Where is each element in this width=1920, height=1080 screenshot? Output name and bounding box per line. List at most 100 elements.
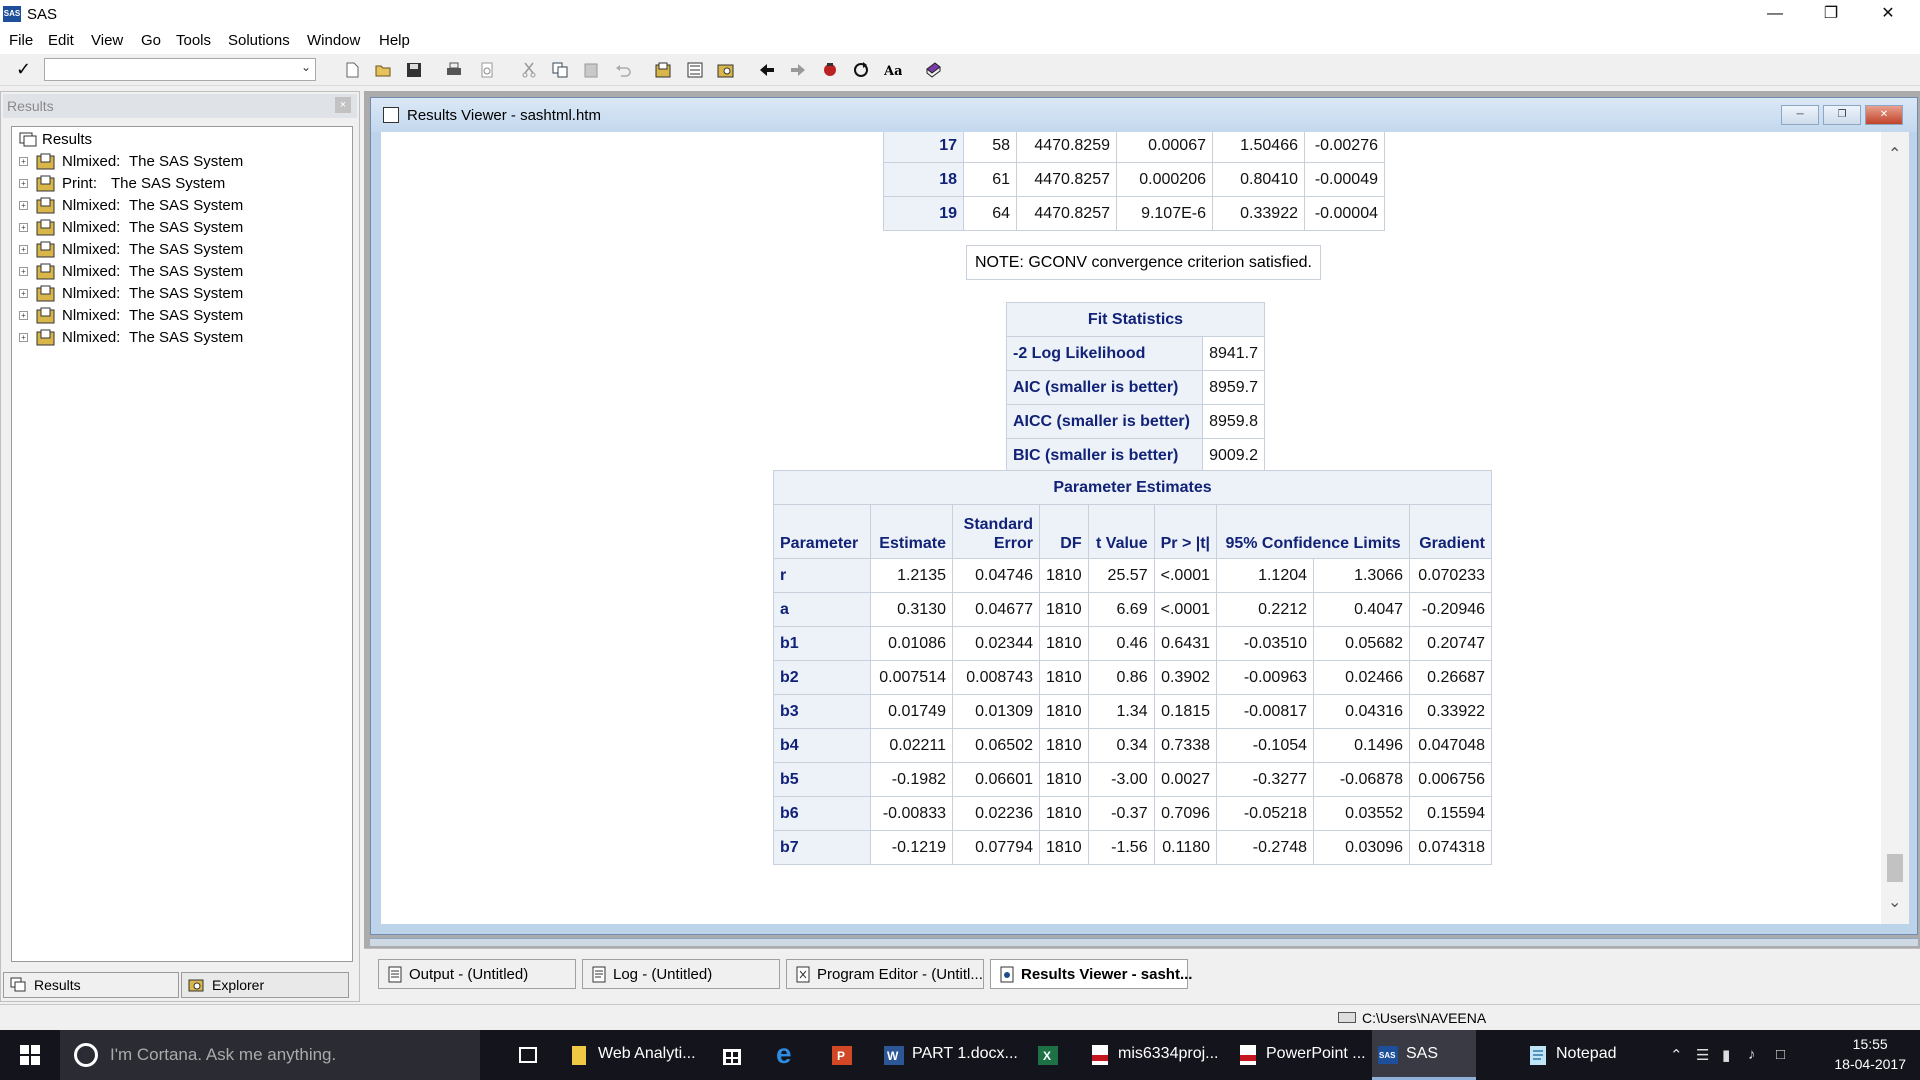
window-tab-label: Program Editor - (Untitl...	[817, 966, 983, 983]
chevron-down-icon[interactable]: ⌄	[301, 60, 311, 74]
menu-tools[interactable]: Tools	[176, 32, 211, 49]
chevron-up-icon[interactable]: ⌃	[1670, 1046, 1683, 1064]
expand-icon[interactable]: +	[19, 333, 28, 342]
table-row: -2 Log Likelihood 8941.7	[1006, 336, 1265, 371]
menu-help[interactable]: Help	[379, 32, 410, 49]
pdf-icon	[1092, 1045, 1108, 1065]
taskbar-app-word[interactable]: W PART 1.docx...	[878, 1030, 1023, 1080]
taskbar-app-powerpoint[interactable]: P	[824, 1030, 864, 1080]
minimize-button[interactable]: —	[1747, 0, 1803, 30]
sas-app-icon: SAS	[3, 6, 21, 22]
new-library-icon[interactable]	[654, 61, 672, 79]
taskbar-app-pdf[interactable]: mis6334proj...	[1084, 1030, 1224, 1080]
viewer-vertical-scrollbar[interactable]: ⌃ ⌄	[1881, 132, 1909, 924]
expand-icon[interactable]: +	[19, 157, 28, 166]
cortana-search-box[interactable]: I'm Cortana. Ask me anything.	[60, 1030, 480, 1080]
tree-item[interactable]: + Nlmixed: The SAS System	[12, 151, 352, 173]
tree-item[interactable]: + Nlmixed: The SAS System	[12, 195, 352, 217]
editor-window-icon	[796, 966, 810, 983]
mdi-divider	[370, 938, 1918, 946]
gradient-cell: 0.20747	[1409, 626, 1493, 661]
tree-item[interactable]: + Nlmixed: The SAS System	[12, 283, 352, 305]
help-book-icon[interactable]	[924, 61, 942, 79]
task-view-button[interactable]	[508, 1030, 548, 1080]
slope-cell: -0.00049	[1304, 162, 1385, 197]
clock[interactable]: 15:55 18-04-2017	[1834, 1034, 1906, 1074]
expand-icon[interactable]: +	[19, 245, 28, 254]
menu-solutions[interactable]: Solutions	[228, 32, 290, 49]
diff-cell: 0.00067	[1116, 132, 1213, 163]
lower-cl-cell: -0.00817	[1216, 694, 1315, 729]
paste-icon[interactable]	[582, 61, 600, 79]
expand-icon[interactable]: +	[19, 311, 28, 320]
wifi-icon[interactable]: ☰	[1696, 1046, 1709, 1064]
battery-icon[interactable]: ▮	[1722, 1046, 1730, 1064]
taskbar-app-sas[interactable]: SAS SAS	[1372, 1030, 1476, 1080]
taskbar-app-powerpoint-pdf[interactable]: PowerPoint ...	[1232, 1030, 1372, 1080]
expand-icon[interactable]: +	[19, 289, 28, 298]
menu-view[interactable]: View	[91, 32, 123, 49]
viewer-close-button[interactable]: ✕	[1865, 105, 1903, 125]
menu-file[interactable]: File	[9, 32, 33, 49]
tree-root[interactable]: Results	[12, 129, 352, 151]
tab-results[interactable]: Results	[3, 972, 179, 998]
taskbar-app-explorer[interactable]: Web Analyti...	[564, 1030, 696, 1080]
tree-item[interactable]: + Nlmixed: The SAS System	[12, 217, 352, 239]
taskbar-app-store[interactable]	[712, 1030, 752, 1080]
menu-window[interactable]: Window	[307, 32, 360, 49]
tree-item[interactable]: + Print: The SAS System	[12, 173, 352, 195]
gradient-cell: 0.070233	[1409, 558, 1493, 593]
notifications-icon[interactable]: □	[1776, 1046, 1785, 1063]
window-tab-log[interactable]: Log - (Untitled)	[582, 959, 780, 989]
window-tab-output[interactable]: Output - (Untitled)	[378, 959, 576, 989]
undo-icon[interactable]	[614, 61, 632, 79]
close-button[interactable]: ✕	[1860, 0, 1916, 30]
print-preview-icon[interactable]	[478, 61, 496, 79]
taskbar-app-edge[interactable]: e	[768, 1030, 808, 1080]
window-tab-results-viewer[interactable]: Results Viewer - sasht...	[990, 959, 1192, 989]
expand-icon[interactable]: +	[19, 267, 28, 276]
open-icon[interactable]	[374, 61, 392, 79]
copy-icon[interactable]	[551, 61, 569, 79]
tab-explorer[interactable]: Explorer	[181, 972, 349, 998]
expand-icon[interactable]: +	[19, 223, 28, 232]
restore-button[interactable]: ❐	[1803, 0, 1859, 30]
scroll-thumb[interactable]	[1887, 854, 1903, 882]
taskbar-app-excel[interactable]: X	[1030, 1030, 1070, 1080]
expand-icon[interactable]: +	[19, 201, 28, 210]
viewer-minimize-button[interactable]: ─	[1781, 105, 1819, 125]
find-icon[interactable]	[717, 61, 735, 79]
expand-icon[interactable]: +	[19, 179, 28, 188]
font-icon[interactable]: Aa	[884, 61, 902, 79]
new-icon[interactable]	[343, 61, 361, 79]
menu-edit[interactable]: Edit	[48, 32, 74, 49]
command-box[interactable]: ⌄	[44, 58, 316, 81]
submit-command-icon[interactable]: ✓	[16, 59, 31, 80]
menu-go[interactable]: Go	[141, 32, 161, 49]
save-icon[interactable]	[405, 61, 423, 79]
scroll-down-icon[interactable]: ⌄	[1888, 892, 1901, 912]
window-tab-program-editor[interactable]: Program Editor - (Untitl...	[786, 959, 984, 989]
refresh-icon[interactable]	[852, 61, 870, 79]
volume-icon[interactable]: ♪	[1748, 1046, 1756, 1063]
forward-icon[interactable]	[789, 61, 807, 79]
back-icon[interactable]	[758, 61, 776, 79]
taskbar-app-notepad[interactable]: Notepad	[1522, 1030, 1642, 1080]
gradient-cell: 0.26687	[1409, 660, 1493, 695]
tree-item[interactable]: + Nlmixed: The SAS System	[12, 327, 352, 349]
close-pane-icon[interactable]: ×	[335, 97, 351, 113]
cut-icon[interactable]	[520, 61, 538, 79]
taskbar-app-label: Notepad	[1556, 1045, 1617, 1062]
upper-cl-cell: 0.4047	[1313, 592, 1411, 627]
start-button[interactable]	[0, 1030, 60, 1080]
tree-item[interactable]: + Nlmixed: The SAS System	[12, 261, 352, 283]
sas-explorer-icon[interactable]	[686, 61, 704, 79]
scroll-up-icon[interactable]: ⌃	[1888, 144, 1901, 164]
tree-item[interactable]: + Nlmixed: The SAS System	[12, 305, 352, 327]
output-book-icon	[36, 307, 55, 324]
tree-item[interactable]: + Nlmixed: The SAS System	[12, 239, 352, 261]
print-icon[interactable]	[445, 61, 463, 79]
viewer-restore-button[interactable]: ❐	[1823, 105, 1861, 125]
stop-icon[interactable]	[821, 61, 839, 79]
df-cell: 1810	[1039, 762, 1089, 797]
